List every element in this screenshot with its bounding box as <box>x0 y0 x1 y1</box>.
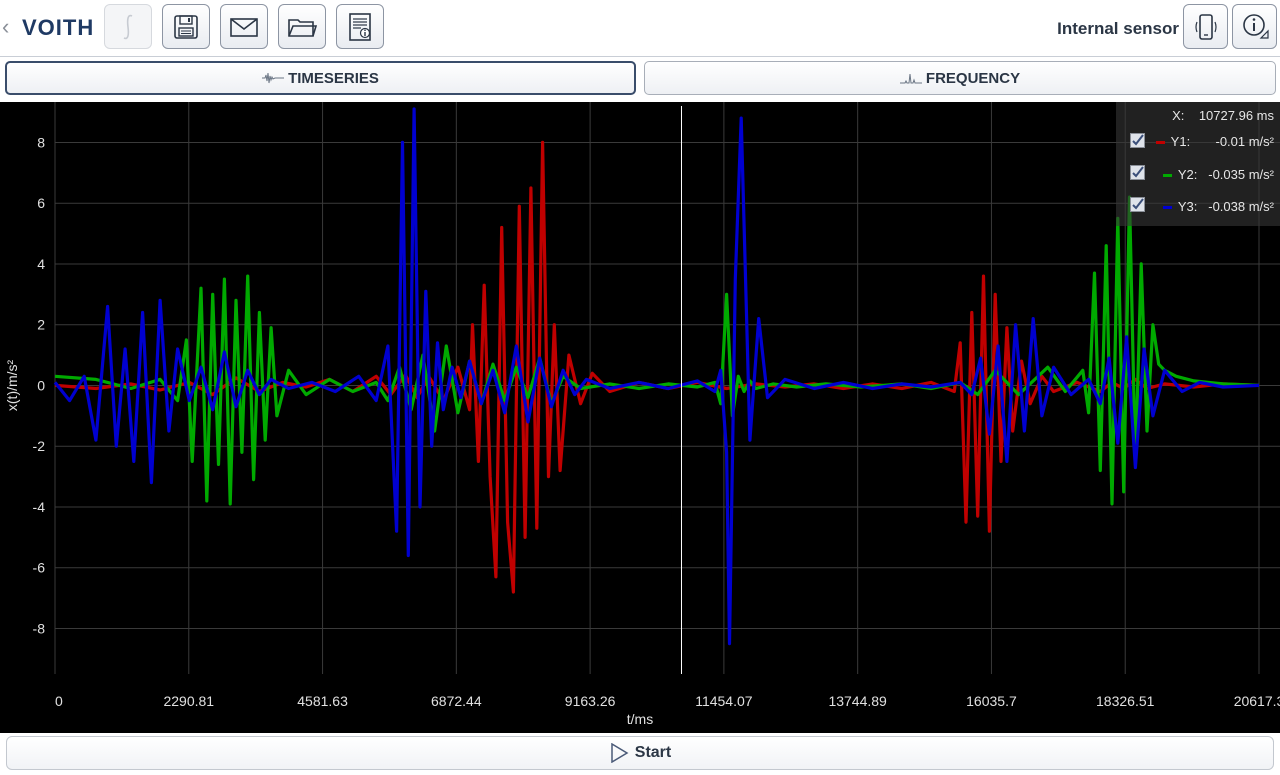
folder-icon <box>288 18 318 37</box>
y3-color-swatch <box>1162 206 1172 210</box>
integral-button[interactable] <box>104 4 152 49</box>
info-icon <box>1242 13 1269 39</box>
y2-readout: Y2: -0.035 m/s² <box>1162 167 1274 183</box>
cursor-readout-panel: X: 10727.96 ms Y1: -0.01 m/s² Y2: -0.035… <box>1116 102 1280 226</box>
y2-checkbox[interactable] <box>1130 165 1145 180</box>
y-axis-label: x(t)/m/s² <box>4 359 20 411</box>
brand-logo: VOITH <box>22 15 95 40</box>
y1-color-swatch <box>1155 141 1165 145</box>
cursor-x-label: X: <box>1172 108 1185 123</box>
y-tick-label: -8 <box>33 620 46 636</box>
spectrum-icon <box>899 73 922 84</box>
start-button[interactable]: Start <box>6 736 1274 770</box>
tab-timeseries[interactable]: TIMESERIES <box>5 61 636 95</box>
x-tick-label: 11454.07 <box>695 693 753 709</box>
x-tick-label: 20617.3 <box>1234 693 1280 709</box>
report-document-icon <box>349 12 371 41</box>
x-tick-label: 13744.89 <box>828 693 887 709</box>
y-tick-label: -6 <box>33 560 46 576</box>
floppy-disk-icon <box>174 14 198 39</box>
x-tick-label: 2290.81 <box>163 693 214 709</box>
sensor-label: Internal sensor <box>1057 19 1179 38</box>
y-tick-label: 2 <box>37 317 45 333</box>
cursor-x-readout: X: 10727.96 ms <box>1172 108 1274 124</box>
y-tick-label: -4 <box>33 499 46 515</box>
report-button[interactable] <box>336 4 384 49</box>
y1-label: Y1: <box>1170 134 1191 149</box>
timeseries-chart[interactable]: -8 -6 -4 -2 0 2 4 6 8 0 2290.81 4581.63 6872.44 9163.… <box>0 102 1280 772</box>
y3-checkbox[interactable] <box>1130 197 1145 212</box>
info-button[interactable] <box>1232 4 1277 49</box>
back-chevron-icon[interactable]: ‹ <box>2 14 9 40</box>
x-tick-label: 18326.51 <box>1096 693 1155 709</box>
y-tick-label: 0 <box>37 377 45 393</box>
y2-label: Y2: <box>1177 167 1198 182</box>
phone-vibrate-icon <box>1194 13 1217 40</box>
toolbar: ‹ VOITH Internal sensor <box>0 0 1280 57</box>
y2-color-swatch <box>1162 174 1172 178</box>
tab-label: FREQUENCY <box>925 69 1021 87</box>
series-y2-line <box>54 195 1260 506</box>
check-icon <box>1132 198 1144 210</box>
waveform-icon <box>262 72 285 84</box>
y-tick-label: -2 <box>33 438 46 454</box>
y1-readout: Y1: -0.01 m/s² <box>1155 134 1274 150</box>
envelope-icon <box>230 17 258 37</box>
y-tick-label: 8 <box>37 134 45 150</box>
cursor-x-value: 10727.96 ms <box>1198 108 1274 123</box>
check-icon <box>1132 134 1144 146</box>
start-label: Start <box>634 744 672 761</box>
email-button[interactable] <box>220 4 268 49</box>
chart-canvas[interactable]: -8 -6 -4 -2 0 2 4 6 8 0 2290.81 4581.63 6872.44 9163.… <box>0 102 1280 733</box>
tab-frequency[interactable]: FREQUENCY <box>644 61 1276 95</box>
y3-value: -0.038 m/s² <box>1208 199 1274 214</box>
x-axis-label: t/ms <box>627 711 653 727</box>
y-tick-label: 4 <box>37 256 45 272</box>
open-folder-button[interactable] <box>278 4 326 49</box>
y1-value: -0.01 m/s² <box>1215 134 1274 149</box>
play-icon <box>611 743 629 763</box>
check-icon <box>1132 166 1144 178</box>
sensor-device-button[interactable] <box>1183 4 1228 49</box>
y3-label: Y3: <box>1177 199 1198 214</box>
x-tick-label: 0 <box>55 693 63 709</box>
y2-value: -0.035 m/s² <box>1208 167 1274 182</box>
x-tick-label: 16035.7 <box>966 693 1017 709</box>
tab-label: TIMESERIES <box>288 69 379 87</box>
integral-icon <box>123 14 133 39</box>
x-tick-label: 9163.26 <box>565 693 616 709</box>
start-bar: Start <box>0 733 1280 775</box>
y-tick-label: 6 <box>37 195 45 211</box>
y3-readout: Y3: -0.038 m/s² <box>1162 199 1274 215</box>
save-button[interactable] <box>162 4 210 49</box>
x-tick-label: 6872.44 <box>431 693 482 709</box>
x-tick-label: 4581.63 <box>297 693 348 709</box>
view-tabs: TIMESERIES FREQUENCY <box>0 58 1280 102</box>
y1-checkbox[interactable] <box>1130 133 1145 148</box>
